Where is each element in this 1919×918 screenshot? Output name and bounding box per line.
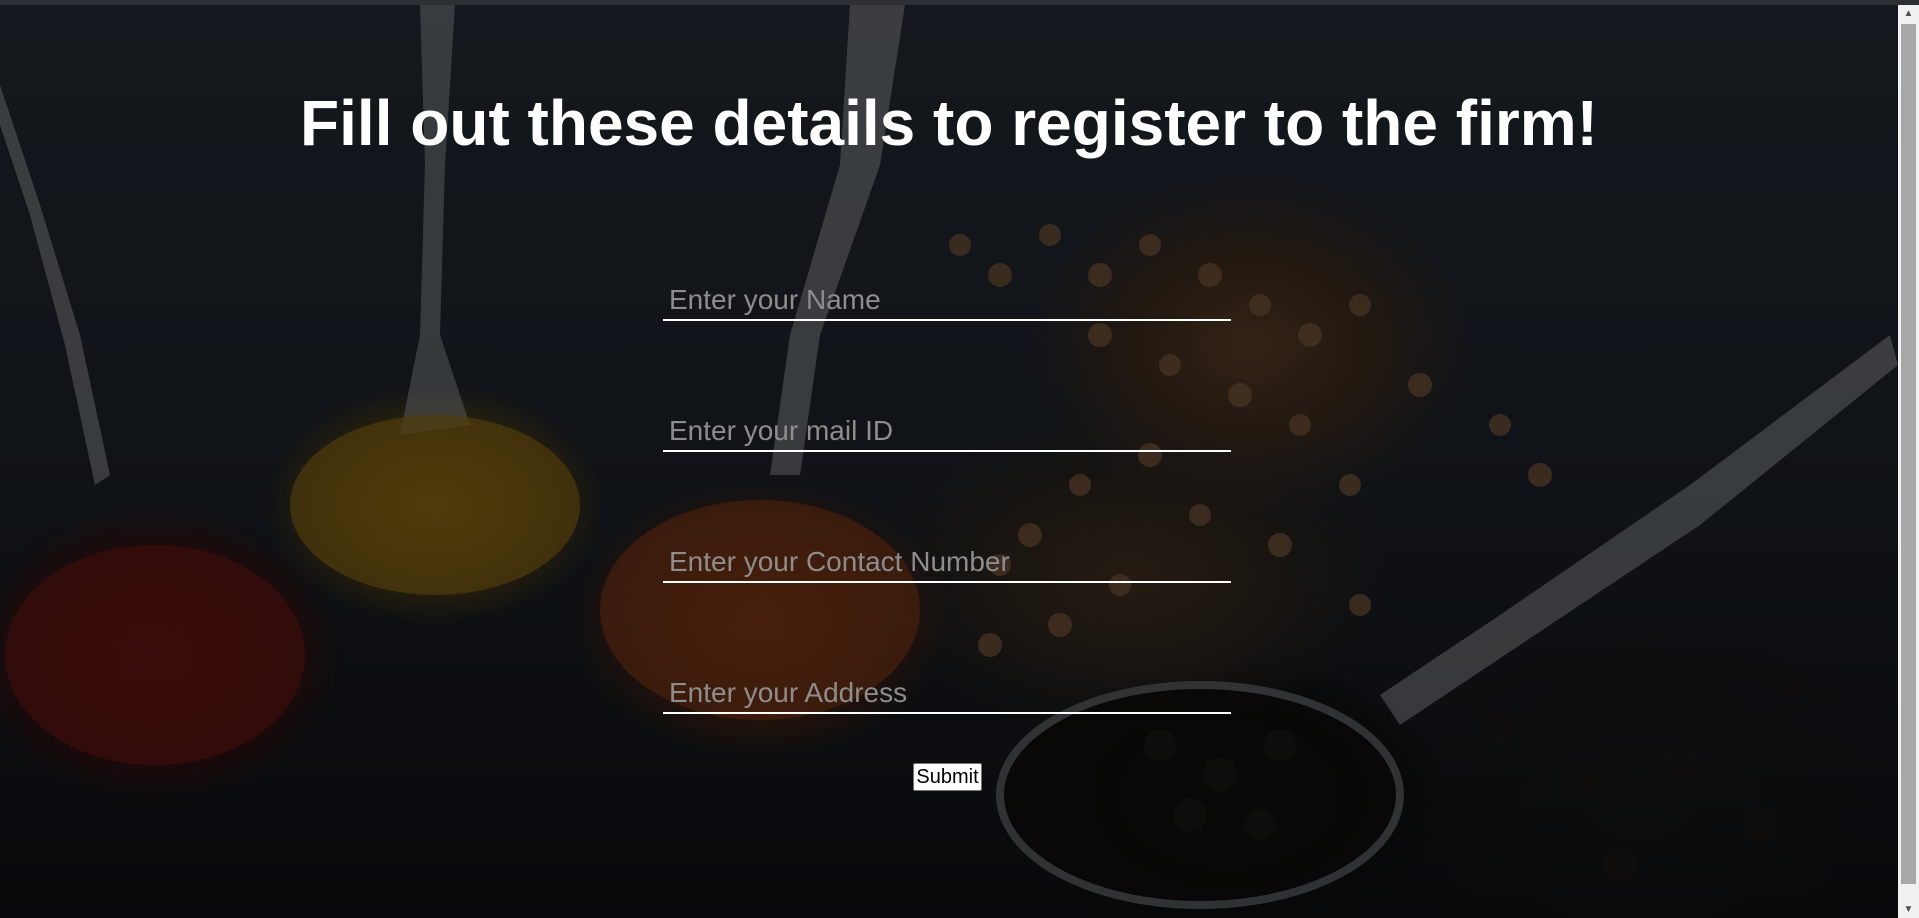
scroll-down-arrow-icon[interactable]: ▼ bbox=[1898, 901, 1919, 918]
submit-button[interactable]: Submit bbox=[913, 763, 982, 791]
contact-number-field[interactable] bbox=[663, 543, 1231, 583]
vertical-scrollbar[interactable]: ▲ ▼ bbox=[1898, 5, 1919, 918]
scrollbar-thumb[interactable] bbox=[1901, 24, 1916, 884]
scroll-up-arrow-icon[interactable]: ▲ bbox=[1898, 5, 1919, 22]
registration-section: Fill out these details to register to th… bbox=[0, 5, 1898, 918]
address-field[interactable] bbox=[663, 674, 1231, 714]
email-field[interactable] bbox=[663, 412, 1231, 452]
name-field[interactable] bbox=[663, 281, 1231, 321]
page-title: Fill out these details to register to th… bbox=[300, 87, 1598, 159]
page-viewport: Fill out these details to register to th… bbox=[0, 5, 1898, 918]
